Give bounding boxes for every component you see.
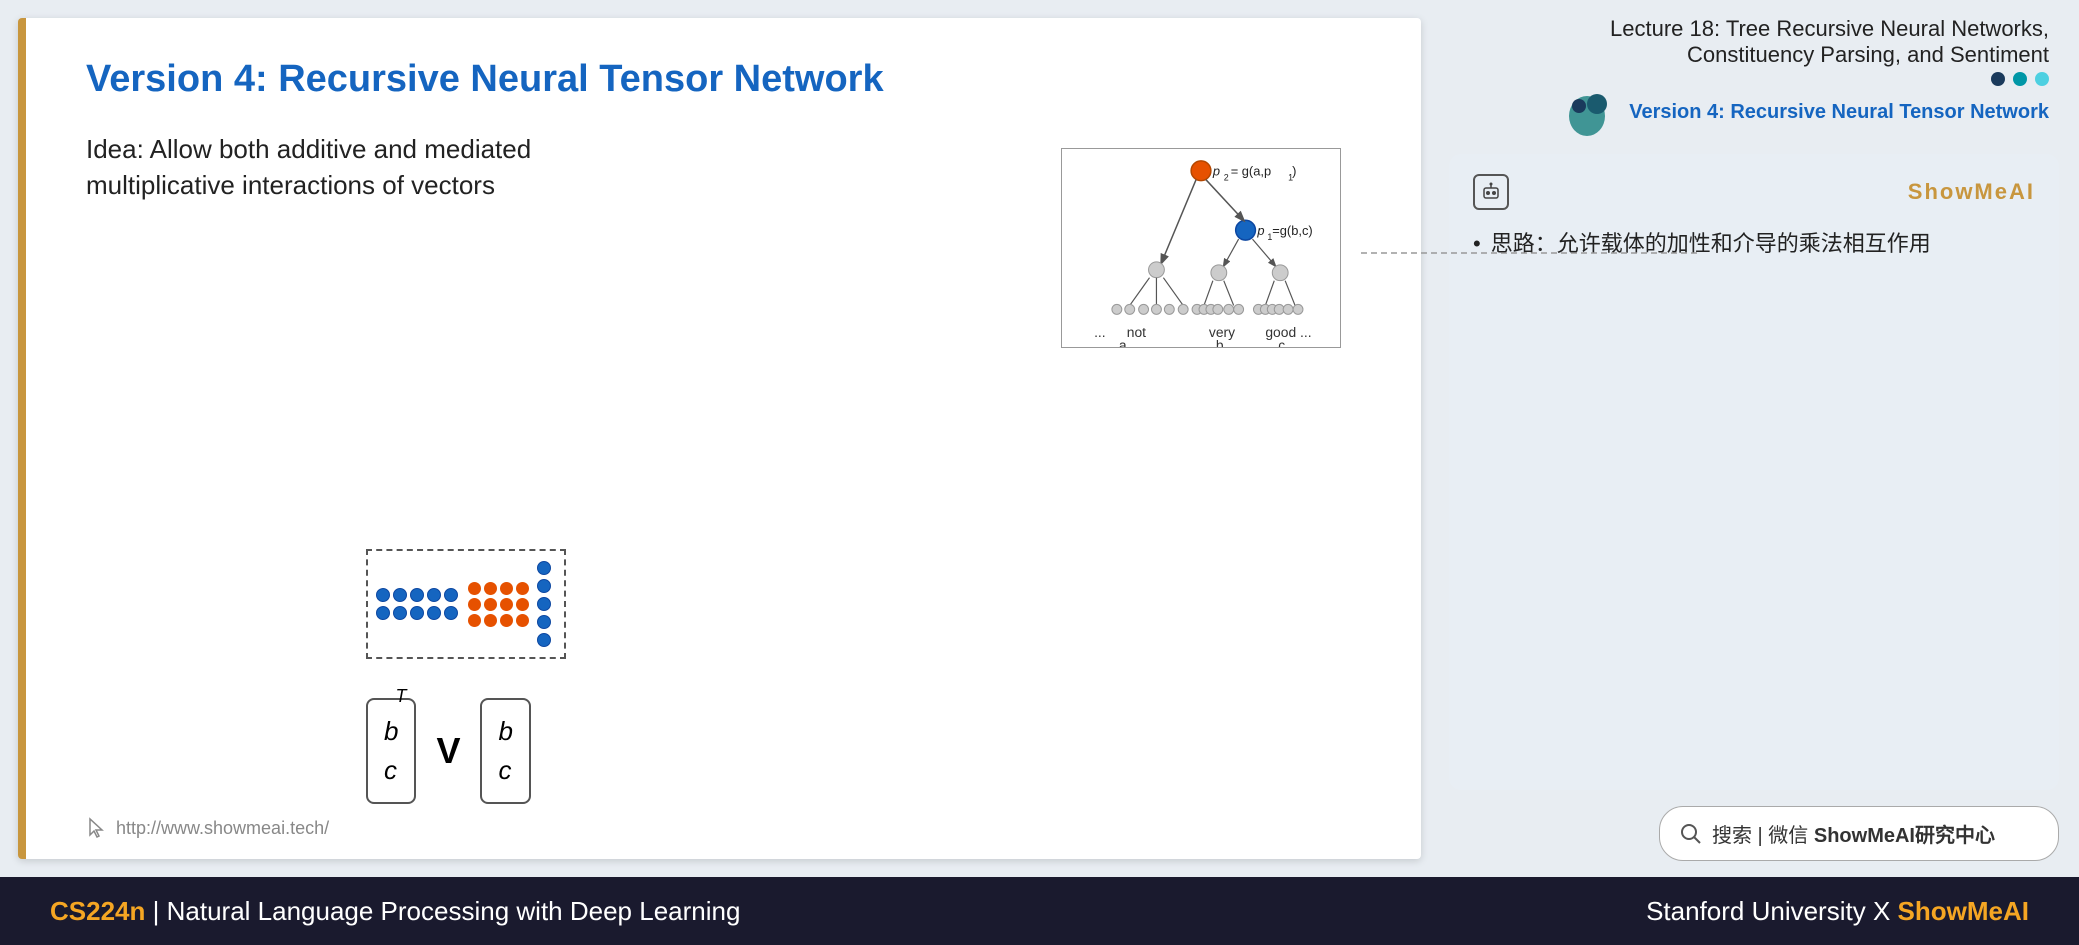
- robot-icon: [1481, 182, 1501, 202]
- svg-text:): ): [1292, 164, 1296, 179]
- slide-title: Version 4: Recursive Neural Tensor Netwo…: [86, 58, 1371, 101]
- tree-box: p 2 = g(a,p 1 ) p 1 =g(b,c): [1061, 148, 1341, 348]
- blue-dots-row-2: [376, 606, 458, 620]
- matrix-container: [366, 549, 566, 659]
- svg-text:p: p: [1256, 223, 1264, 238]
- stanford-icon-row: Version 4: Recursive Neural Tensor Netwo…: [1567, 86, 2049, 138]
- formula-v: V: [436, 730, 460, 772]
- blue-dot: [376, 588, 390, 602]
- formula-area: T b c V b c: [366, 698, 531, 804]
- blue-dot: [410, 606, 424, 620]
- search-brand: ShowMeAI研究中心: [1814, 825, 1995, 847]
- blue-dot: [376, 606, 390, 620]
- slide-url: http://www.showmeai.tech/: [86, 817, 329, 839]
- ogrid-dot: [468, 582, 481, 595]
- svg-text:a: a: [1119, 337, 1127, 347]
- right-blue-dot: [537, 579, 551, 593]
- formula-left: T b c: [366, 698, 416, 804]
- footer-university: Stanford University: [1646, 896, 1866, 926]
- footer: CS224n | Natural Language Processing wit…: [0, 877, 2079, 945]
- ogrid-dot: [484, 598, 497, 611]
- svg-text:c: c: [1278, 337, 1285, 347]
- footer-right: Stanford University X ShowMeAI: [1646, 896, 2029, 927]
- tree-diagram: p 2 = g(a,p 1 ) p 1 =g(b,c): [1041, 138, 1361, 358]
- footer-left: CS224n | Natural Language Processing wit…: [50, 896, 740, 927]
- ogrid-dot: [468, 614, 481, 627]
- search-icon: [1680, 823, 1702, 845]
- dots-decoration: [1991, 72, 2049, 86]
- dot-light-blue: [2035, 72, 2049, 86]
- right-blue-dot: [537, 597, 551, 611]
- svg-text:2: 2: [1224, 173, 1229, 183]
- blue-vector-c: [537, 561, 551, 647]
- ogrid-dot: [484, 614, 497, 627]
- ogrid-dot: [484, 582, 497, 595]
- showmeai-brand: ShowMeAI: [1908, 179, 2035, 205]
- svg-text:=g(b,c): =g(b,c): [1272, 223, 1312, 238]
- connector-line: [1361, 238, 1711, 268]
- dot-dark: [1991, 72, 2005, 86]
- formula-c-label: c: [384, 751, 398, 790]
- svg-text:good ...: good ...: [1265, 324, 1311, 340]
- footer-brand: ShowMeAI: [1898, 896, 2029, 926]
- lecture-subtitle: Version 4: Recursive Neural Tensor Netwo…: [1629, 101, 2049, 124]
- formula-bc-1: b c: [366, 698, 416, 804]
- orange-matrix: [468, 582, 529, 627]
- course-name: Natural Language Processing with Deep Le…: [167, 896, 741, 926]
- lecture-header: Lecture 18: Tree Recursive Neural Networ…: [1449, 16, 2059, 138]
- blue-dots-row-1: [376, 588, 458, 602]
- blue-dot: [444, 606, 458, 620]
- lecture-title-line1: Lecture 18: Tree Recursive Neural Networ…: [1610, 16, 2049, 42]
- cursor-icon: [86, 817, 108, 839]
- blue-dot: [393, 606, 407, 620]
- main-container: Version 4: Recursive Neural Tensor Netwo…: [0, 0, 2079, 945]
- svg-text:= g(a,p: = g(a,p: [1231, 164, 1271, 179]
- ai-icon: [1473, 174, 1509, 210]
- url-text: http://www.showmeai.tech/: [116, 818, 329, 839]
- blue-dot: [444, 588, 458, 602]
- search-label: 搜索 | 微信 ShowMeAI研究中心: [1712, 819, 1995, 848]
- blue-dot: [427, 606, 441, 620]
- slide-panel: Version 4: Recursive Neural Tensor Netwo…: [18, 18, 1421, 859]
- ogrid-dot: [500, 582, 513, 595]
- blue-dot: [410, 588, 424, 602]
- matrix-box: [366, 549, 566, 659]
- ogrid-dot: [500, 614, 513, 627]
- transpose-T: T: [395, 686, 406, 707]
- svg-text:not: not: [1127, 324, 1146, 340]
- svg-text:b: b: [1216, 337, 1224, 347]
- ogrid-dot: [516, 598, 529, 611]
- ogrid-dot: [500, 598, 513, 611]
- stanford-tree-icon: [1567, 86, 1619, 138]
- tree-svg: p 2 = g(a,p 1 ) p 1 =g(b,c): [1062, 149, 1340, 347]
- right-blue-dot: [537, 615, 551, 629]
- ogrid-dot: [468, 598, 481, 611]
- right-panel: Lecture 18: Tree Recursive Neural Networ…: [1439, 0, 2079, 877]
- lecture-title-line2: Constituency Parsing, and Sentiment: [1687, 42, 2049, 68]
- ogrid-dot: [516, 582, 529, 595]
- search-box[interactable]: 搜索 | 微信 ShowMeAI研究中心: [1659, 806, 2059, 861]
- blue-vector: [376, 588, 458, 620]
- ogrid-dot: [516, 614, 529, 627]
- formula-bc-2: b c: [480, 698, 530, 804]
- content-area: Version 4: Recursive Neural Tensor Netwo…: [0, 0, 2079, 877]
- search-prefix: 搜索 | 微信: [1712, 825, 1814, 847]
- blue-dot: [427, 588, 441, 602]
- slide-body-text: Idea: Allow both additive and mediated m…: [86, 131, 546, 204]
- blue-dot: [393, 588, 407, 602]
- footer-separator: |: [153, 896, 167, 926]
- formula-b-label-2: b: [498, 712, 512, 751]
- ai-box-header: ShowMeAI: [1473, 174, 2035, 210]
- right-blue-dot: [537, 633, 551, 647]
- formula-b-label: b: [384, 712, 398, 751]
- dot-teal: [2013, 72, 2027, 86]
- right-blue-dot: [537, 561, 551, 575]
- svg-text:p: p: [1212, 164, 1220, 179]
- footer-x: X: [1873, 896, 1898, 926]
- svg-text:...: ...: [1094, 324, 1106, 340]
- formula-c-label-2: c: [498, 751, 512, 790]
- course-code: CS224n: [50, 896, 145, 926]
